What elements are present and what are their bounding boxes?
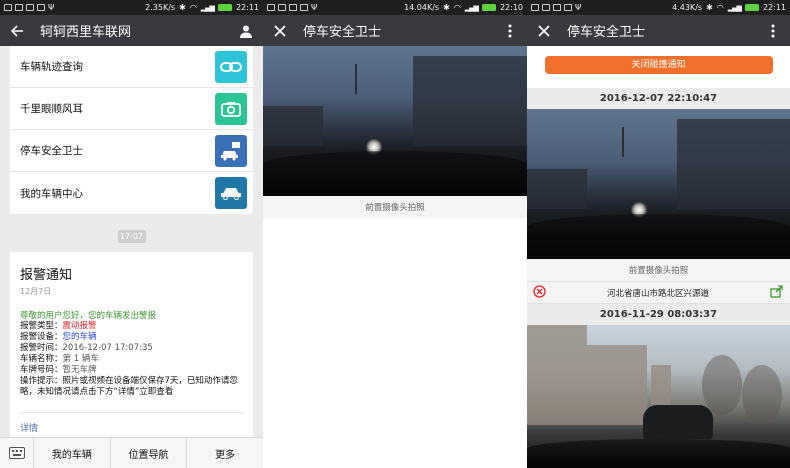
link-chain-icon xyxy=(215,50,247,83)
page-title: 轲轲西里车联网 xyxy=(40,25,132,40)
usb-icon: Ψ xyxy=(575,3,582,12)
menu-item-label: 停车安全卫士 xyxy=(20,145,83,157)
network-speed: 4.43K/s xyxy=(672,3,703,12)
signal-icon: ▂▄▆ xyxy=(464,3,479,12)
close-collision-notify-button[interactable]: 关闭碰撞通知 xyxy=(544,56,773,74)
camera-icon xyxy=(215,92,247,125)
clock: 22:11 xyxy=(235,3,259,12)
front-camera-photo[interactable] xyxy=(527,325,790,468)
close-icon[interactable] xyxy=(535,22,553,40)
alert-field: 报警设备：您的车辆 xyxy=(20,332,97,342)
alert-field: 报警类型：震动报警 xyxy=(20,321,97,331)
status-bar: Ψ 4.43K/s ✱ ◠ ▂▄▆ 22:11 xyxy=(527,0,790,15)
signal-icon: ▂▄▆ xyxy=(200,3,215,12)
menu-item-label: 千里眼顺风耳 xyxy=(20,103,83,115)
notification-icon xyxy=(278,4,286,11)
nav-location-navigation[interactable]: 位置导航 xyxy=(111,438,188,468)
alert-field: 报警时间：2016-12-07 17:07:35 xyxy=(20,343,153,353)
usb-icon: Ψ xyxy=(311,3,318,12)
notification-icon xyxy=(542,4,550,11)
front-camera-photo[interactable] xyxy=(527,109,790,259)
bluetooth-icon: ✱ xyxy=(706,3,713,12)
title-bar: 停车安全卫士 xyxy=(527,15,790,46)
screen-parking-guard-single: Ψ 14.04K/s ✱ ◠ ▂▄▆ 22:10 停车安全卫士 前置摄像头拍照 xyxy=(263,0,527,468)
network-speed: 2.35K/s xyxy=(145,3,176,12)
service-menu: 车辆轨迹查询 千里眼顺风耳 停车安全卫士 我的车辆中心 xyxy=(10,46,253,214)
more-vertical-icon[interactable] xyxy=(501,22,519,40)
delete-icon[interactable] xyxy=(533,284,546,301)
menu-item-parking-guard[interactable]: 停车安全卫士 xyxy=(10,130,253,172)
record-timestamp: 2016-12-07 22:10:47 xyxy=(527,88,790,109)
status-bar: Ψ 14.04K/s ✱ ◠ ▂▄▆ 22:10 xyxy=(263,0,527,15)
signal-icon: ▂▄▆ xyxy=(727,3,742,12)
photo-caption: 前置摄像头拍照 xyxy=(527,259,790,281)
page-title: 停车安全卫士 xyxy=(303,25,382,40)
close-icon[interactable] xyxy=(271,22,289,40)
title-bar: 轲轲西里车联网 xyxy=(0,15,263,46)
car-icon xyxy=(215,177,247,209)
wifi-icon: ◠ xyxy=(453,3,461,12)
menu-item-label: 车辆轨迹查询 xyxy=(20,61,83,73)
clock: 22:11 xyxy=(762,3,786,12)
user-profile-icon[interactable] xyxy=(237,22,255,40)
alert-tip: 操作提示：照片或视频在设备端仅保存7天，已知动作请忽略，未知情况请点击下方“详情… xyxy=(20,376,238,397)
battery-icon xyxy=(481,4,496,11)
battery-icon xyxy=(217,4,232,11)
screen-vehicle-network: Ψ 2.35K/s ✱ ◠ ▂▄▆ 22:11 轲轲西里车联网 车辆轨迹查询 千… xyxy=(0,0,263,468)
alert-detail-link[interactable]: 详情 xyxy=(20,412,243,434)
wifi-icon: ◠ xyxy=(716,3,724,12)
status-bar: Ψ 2.35K/s ✱ ◠ ▂▄▆ 22:11 xyxy=(0,0,263,15)
network-speed: 14.04K/s xyxy=(404,3,440,12)
notification-icon xyxy=(553,4,561,11)
alert-title: 报警通知 xyxy=(20,268,73,283)
bottom-menu-bar: 我的车辆 位置导航 更多 xyxy=(0,437,263,468)
alert-greeting: 尊敬的用户您好，您的车辆发出警报 xyxy=(20,311,157,321)
notification-icon xyxy=(15,4,23,11)
notification-icon xyxy=(4,4,12,11)
keyboard-icon[interactable] xyxy=(0,438,34,468)
screen-parking-guard-records: Ψ 4.43K/s ✱ ◠ ▂▄▆ 22:11 停车安全卫士 关闭碰撞通知 20… xyxy=(527,0,790,468)
usb-icon: Ψ xyxy=(48,3,55,12)
notification-icon xyxy=(267,4,275,11)
bluetooth-icon: ✱ xyxy=(443,3,450,12)
menu-item-label: 我的车辆中心 xyxy=(20,187,83,200)
notification-icon xyxy=(531,4,539,11)
bluetooth-icon: ✱ xyxy=(179,3,186,12)
menu-item-camera[interactable]: 千里眼顺风耳 xyxy=(10,88,253,130)
share-icon[interactable] xyxy=(770,284,784,301)
message-time: 17:07 xyxy=(117,230,146,243)
photo-caption: 前置摄像头拍照 xyxy=(263,196,527,218)
back-arrow-icon[interactable] xyxy=(8,22,26,40)
nav-more[interactable]: 更多 xyxy=(187,438,263,468)
notification-icon xyxy=(289,4,297,11)
page-title: 停车安全卫士 xyxy=(567,25,646,40)
location-address: 河北省唐山市路北区兴源道 xyxy=(606,288,709,299)
clock: 22:10 xyxy=(499,3,523,12)
record-timestamp: 2016-11-29 08:03:37 xyxy=(527,304,790,325)
alert-field: 车牌号码：暂无车牌 xyxy=(20,365,97,375)
title-bar: 停车安全卫士 xyxy=(263,15,527,46)
more-vertical-icon[interactable] xyxy=(764,22,782,40)
front-camera-photo[interactable] xyxy=(263,46,527,196)
notification-icon xyxy=(564,4,572,11)
alert-notification-card[interactable]: 报警通知 12月7日 尊敬的用户您好，您的车辆发出警报 报警类型：震动报警 报警… xyxy=(10,252,253,437)
alert-field: 车辆名称：第 1 辆车 xyxy=(20,354,99,364)
notification-icon xyxy=(300,4,308,11)
alert-date: 12月7日 xyxy=(20,287,52,296)
battery-icon xyxy=(744,4,759,11)
nav-my-vehicle[interactable]: 我的车辆 xyxy=(34,438,111,468)
notification-icon xyxy=(26,4,34,11)
menu-item-vehicle-center[interactable]: 我的车辆中心 xyxy=(10,172,253,214)
location-row: 河北省唐山市路北区兴源道 xyxy=(527,281,790,304)
menu-item-track-query[interactable]: 车辆轨迹查询 xyxy=(10,46,253,88)
wifi-icon: ◠ xyxy=(189,3,197,12)
notification-icon xyxy=(37,4,45,11)
parking-car-icon xyxy=(215,134,247,167)
